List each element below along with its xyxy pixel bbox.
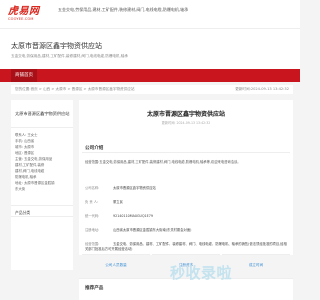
breadcrumb: 您的位置:首页 > 山西 > 太原市 > 晋源区 > 太原市晋源区鑫宇物资供应站… [11, 85, 293, 94]
detail-value: 山西省太原市晋源区金胜镇东大街南(东关村委会对面) [113, 228, 192, 232]
company-description: 五金交电,劳保用品,建材,工矿配件,装修建材,阀门,电线电缆,防爆电机,轴承 [11, 54, 128, 58]
detail-key: 公司名称: [85, 186, 100, 190]
page-update-time: 更新时间: 2024-09-13 13:42:32 [161, 121, 211, 125]
detail-credit-code: 统一代码: 92140110MA0GUQ1E79 [85, 214, 289, 219]
detail-value: 92140110MA0GUQ1E79 [113, 214, 153, 218]
site-tags: 五金交电,劳保用品,建材,工矿配件,装修建材,阀门,电线电缆,防爆电机,轴承 [58, 7, 189, 12]
detail-key: 统一代码: [85, 214, 100, 218]
detail-key: 负 责 人: [85, 200, 99, 204]
site-logo[interactable]: 虎易网 COOYEE.COM [8, 6, 52, 28]
product-category-title: 产品分类 [15, 210, 31, 215]
main-nav: 商铺首页 [0, 69, 300, 82]
recommended-products-title: 推荐产品 [85, 286, 104, 291]
detail-value: 董立民 [113, 200, 123, 204]
sidebar: 太原市晋源区鑫宇物资供应站 联系人: 王女士 手机: 山西省 城市: 太原市 地… [11, 100, 73, 270]
detail-legal-person: 负 责 人: 董立民 [85, 200, 289, 205]
company-title: 太原市晋源区鑫宇物资供应站 [11, 42, 102, 50]
detail-company-name: 公司名称: 太原市晋源区鑫宇物资供应站 [85, 186, 289, 191]
company-intro-text: 经营范围:五金交电,劳保用品,建材,工矿配件,装修建材,阀门,电线电缆,防爆电机… [85, 160, 241, 164]
company-intro-title: 公司介绍 [85, 146, 104, 151]
page-title: 太原市晋源区鑫宇物资供应站 [146, 111, 225, 118]
watermark: 秒收录啦 [170, 264, 233, 282]
detail-value: 太原市晋源区鑫宇物资供应站 [113, 186, 156, 190]
nav-item-home[interactable]: 商铺首页 [11, 69, 37, 82]
sidebar-info: 联系人: 王女士 手机: 山西省 城市: 太原市 地区: 晋源区 主营: 五金交… [15, 132, 71, 192]
detail-address: 注册地址: 山西省太原市晋源区金胜镇东大街南(东关村委会对面) [85, 228, 289, 233]
detail-business-scope: 经营范围: 五金交电、劳保用品、建材、工矿配件、装修建材、阀门、电线电缆、防爆电机… [85, 242, 289, 254]
company-header: 太原市晋源区鑫宇物资供应站 五金交电,劳保用品,建材,工矿配件,装修建材,阀门,… [0, 29, 300, 69]
stat-staff: 公司人员数量 [82, 254, 150, 274]
logo-subtext: COOYEE.COM [8, 17, 34, 21]
sidebar-title: 太原市晋源区鑫宇物资供应站 [15, 111, 70, 116]
update-time: 更新时间:2024-09-13 13:42:32 [235, 87, 289, 91]
company-intro-header: 公司介绍 [82, 142, 290, 153]
logo-text: 虎易网 [8, 6, 40, 17]
detail-key: 注册地址: [85, 228, 100, 232]
detail-value: 五金交电、劳保用品、建材、工矿配件、装修建材、阀门、电线电缆、防爆电机、轴承的销… [85, 242, 287, 251]
product-category-section: 产品分类 [11, 205, 73, 217]
breadcrumb-path[interactable]: 您的位置:首页 > 山西 > 太原市 > 晋源区 > 太原市晋源区鑫宇物资供应站 [15, 87, 134, 91]
stat-founded: 成立时间 [222, 254, 290, 274]
sidebar-header: 太原市晋源区鑫宇物资供应站 [11, 100, 73, 128]
top-bar: 虎易网 COOYEE.COM 五金交电,劳保用品,建材,工矿配件,装修建材,阀门… [0, 0, 300, 29]
info-line: 东大街 [15, 187, 26, 191]
main-content: 太原市晋源区鑫宇物资供应站 更新时间: 2024-09-13 13:42:32 … [79, 100, 293, 255]
